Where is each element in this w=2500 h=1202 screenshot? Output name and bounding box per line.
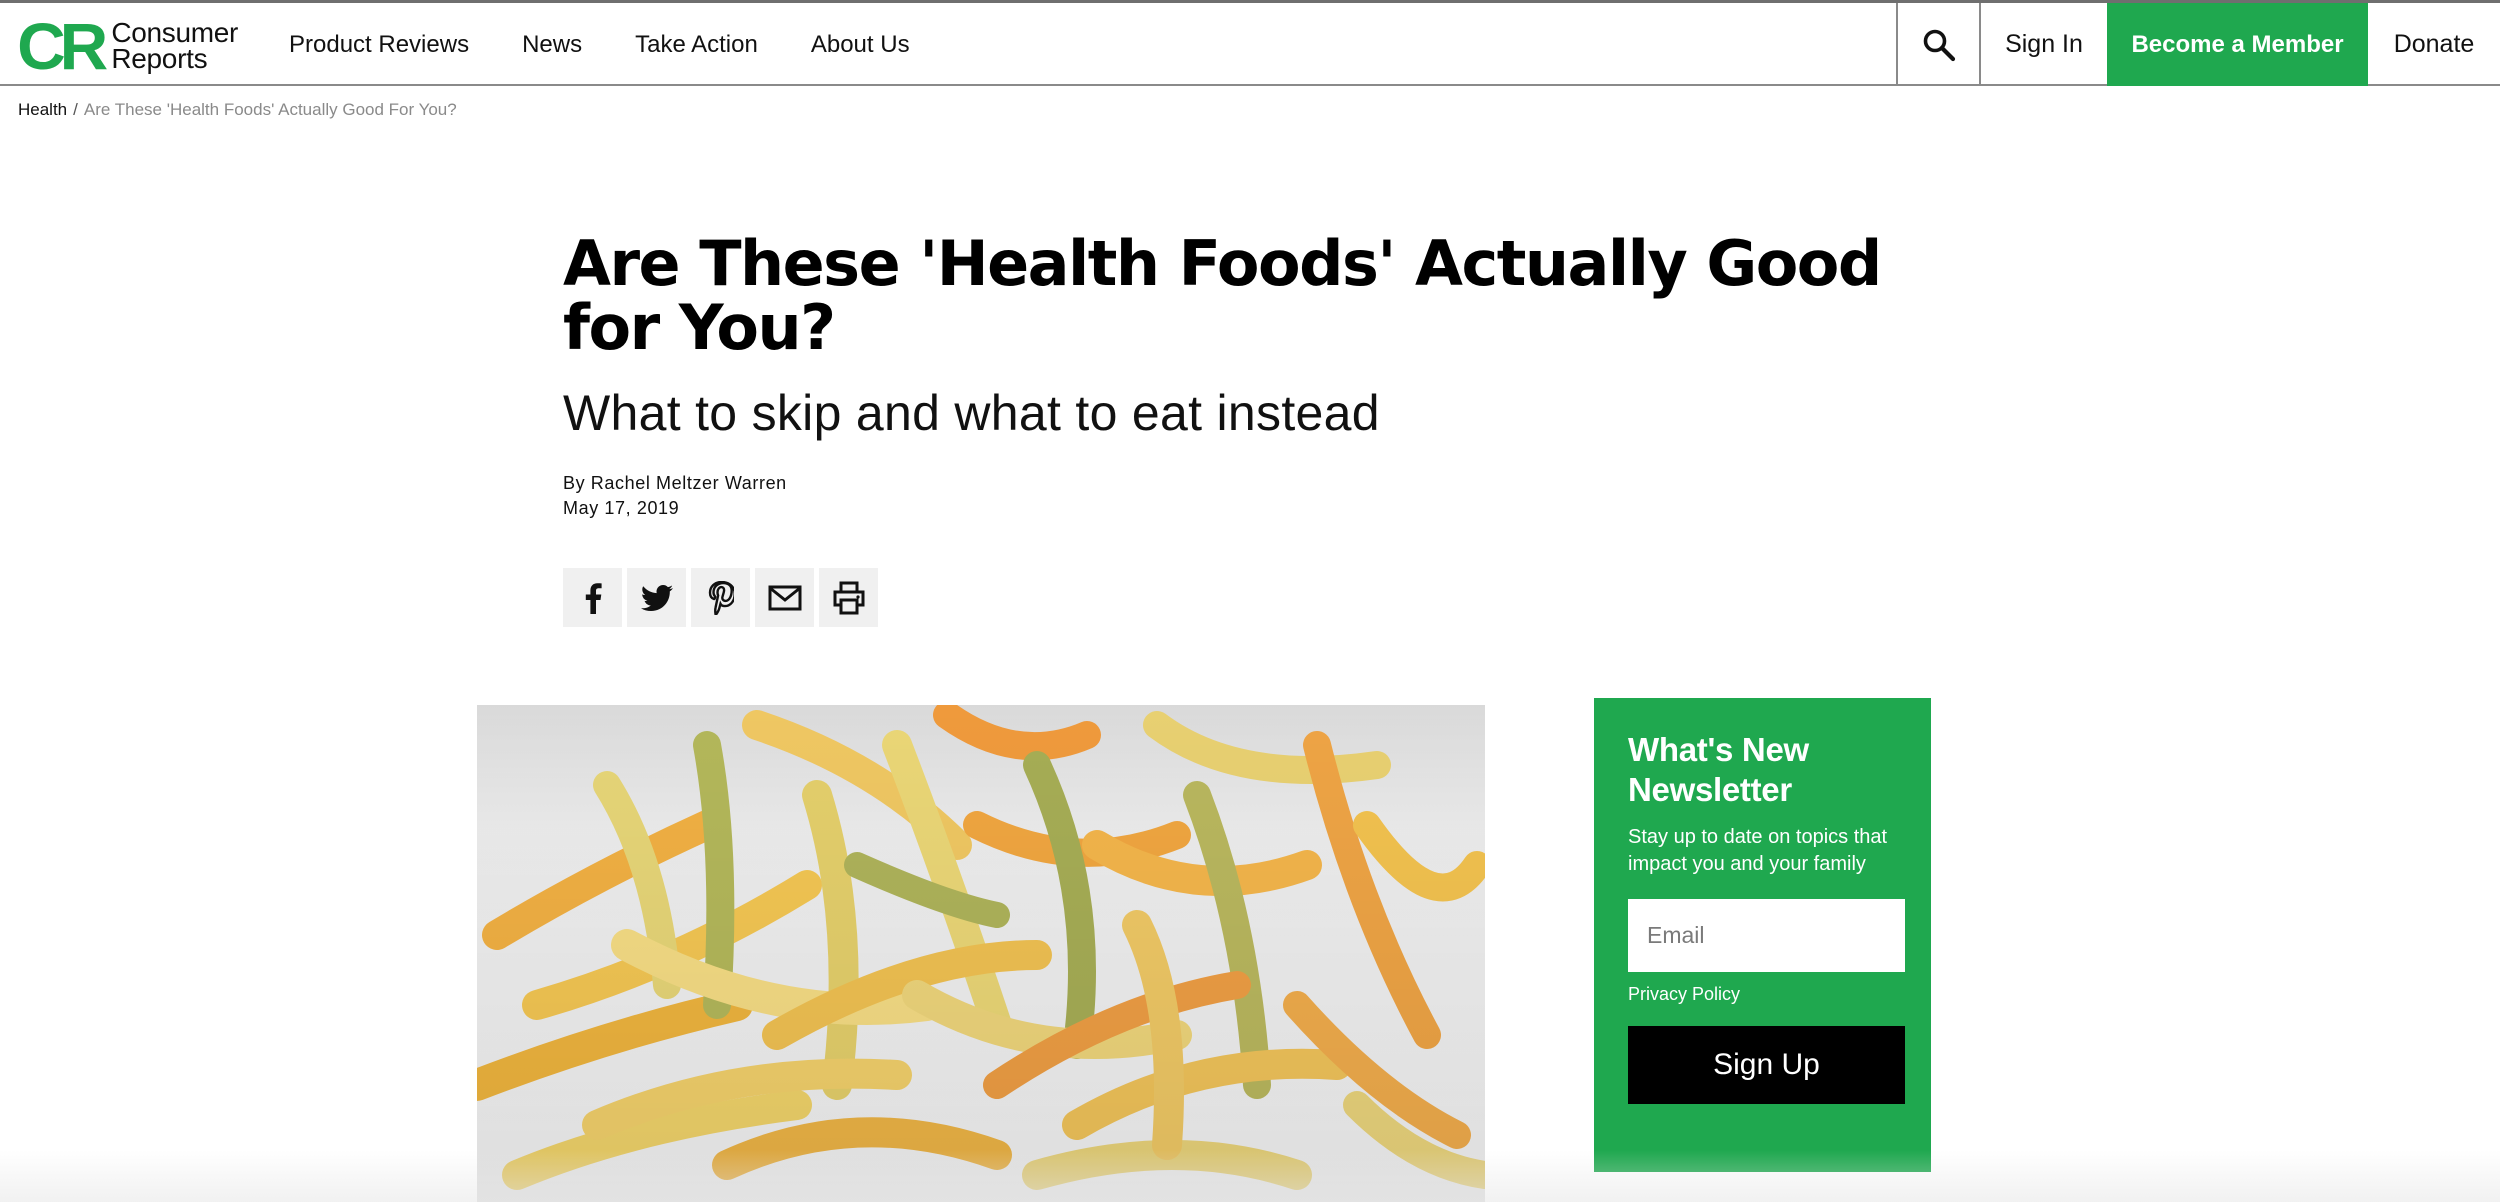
consumer-reports-logo[interactable]: CR Consumer Reports [17, 13, 238, 79]
twitter-icon [640, 584, 673, 611]
nav-product-reviews[interactable]: Product Reviews [289, 31, 469, 59]
top-navigation: CR Consumer Reports Product Reviews News… [0, 0, 2500, 86]
nav-news[interactable]: News [522, 31, 582, 59]
newsletter-signup-button[interactable]: Sign Up [1628, 1026, 1905, 1104]
article-byline: By Rachel Meltzer Warren May 17, 2019 [563, 471, 787, 521]
become-member-button[interactable]: Become a Member [2107, 3, 2368, 86]
newsletter-title: What's New Newsletter [1628, 731, 1809, 808]
article-subtitle: What to skip and what to eat instead [563, 385, 1380, 441]
article-title: Are These 'Health Foods' Actually Good f… [563, 227, 1882, 364]
article-hero-image [477, 705, 1485, 1202]
header-actions: Sign In Become a Member Donate [1896, 3, 2500, 86]
privacy-policy-link[interactable]: Privacy Policy [1628, 984, 1905, 1005]
main-nav: Product Reviews News Take Action About U… [289, 3, 963, 87]
donate-button[interactable]: Donate [2368, 3, 2500, 86]
newsletter-description: Stay up to date on topics that impact yo… [1628, 826, 1888, 875]
share-pinterest-button[interactable] [691, 568, 750, 627]
logo-wordmark: Consumer Reports [111, 19, 238, 74]
newsletter-email-input[interactable] [1628, 899, 1905, 972]
article-date: May 17, 2019 [563, 498, 680, 518]
share-bar [563, 568, 883, 627]
email-icon [768, 585, 801, 610]
article-author[interactable]: By Rachel Meltzer Warren [563, 471, 787, 496]
search-button[interactable] [1896, 3, 1979, 86]
logo-mark: CR [17, 9, 108, 83]
newsletter-signup: What's New Newsletter Stay up to date on… [1594, 698, 1931, 1172]
breadcrumb-current: Are These 'Health Foods' Actually Good F… [83, 100, 457, 119]
pinterest-icon [708, 580, 734, 615]
nav-about-us[interactable]: About Us [811, 31, 910, 59]
search-icon [1923, 29, 1955, 61]
logo-word-reports: Reports [111, 43, 208, 74]
print-icon [833, 581, 864, 614]
share-twitter-button[interactable] [627, 568, 686, 627]
nav-take-action[interactable]: Take Action [635, 31, 758, 59]
veggie-straws-image [477, 705, 1485, 1202]
breadcrumb: Health / Are These 'Health Foods' Actually… [18, 100, 457, 120]
print-button[interactable] [819, 568, 878, 627]
share-facebook-button[interactable] [563, 568, 622, 627]
share-email-button[interactable] [755, 568, 814, 627]
breadcrumb-separator: / [73, 100, 78, 119]
breadcrumb-health[interactable]: Health [18, 100, 67, 119]
sign-in-button[interactable]: Sign In [1979, 3, 2107, 86]
facebook-icon [585, 582, 602, 614]
